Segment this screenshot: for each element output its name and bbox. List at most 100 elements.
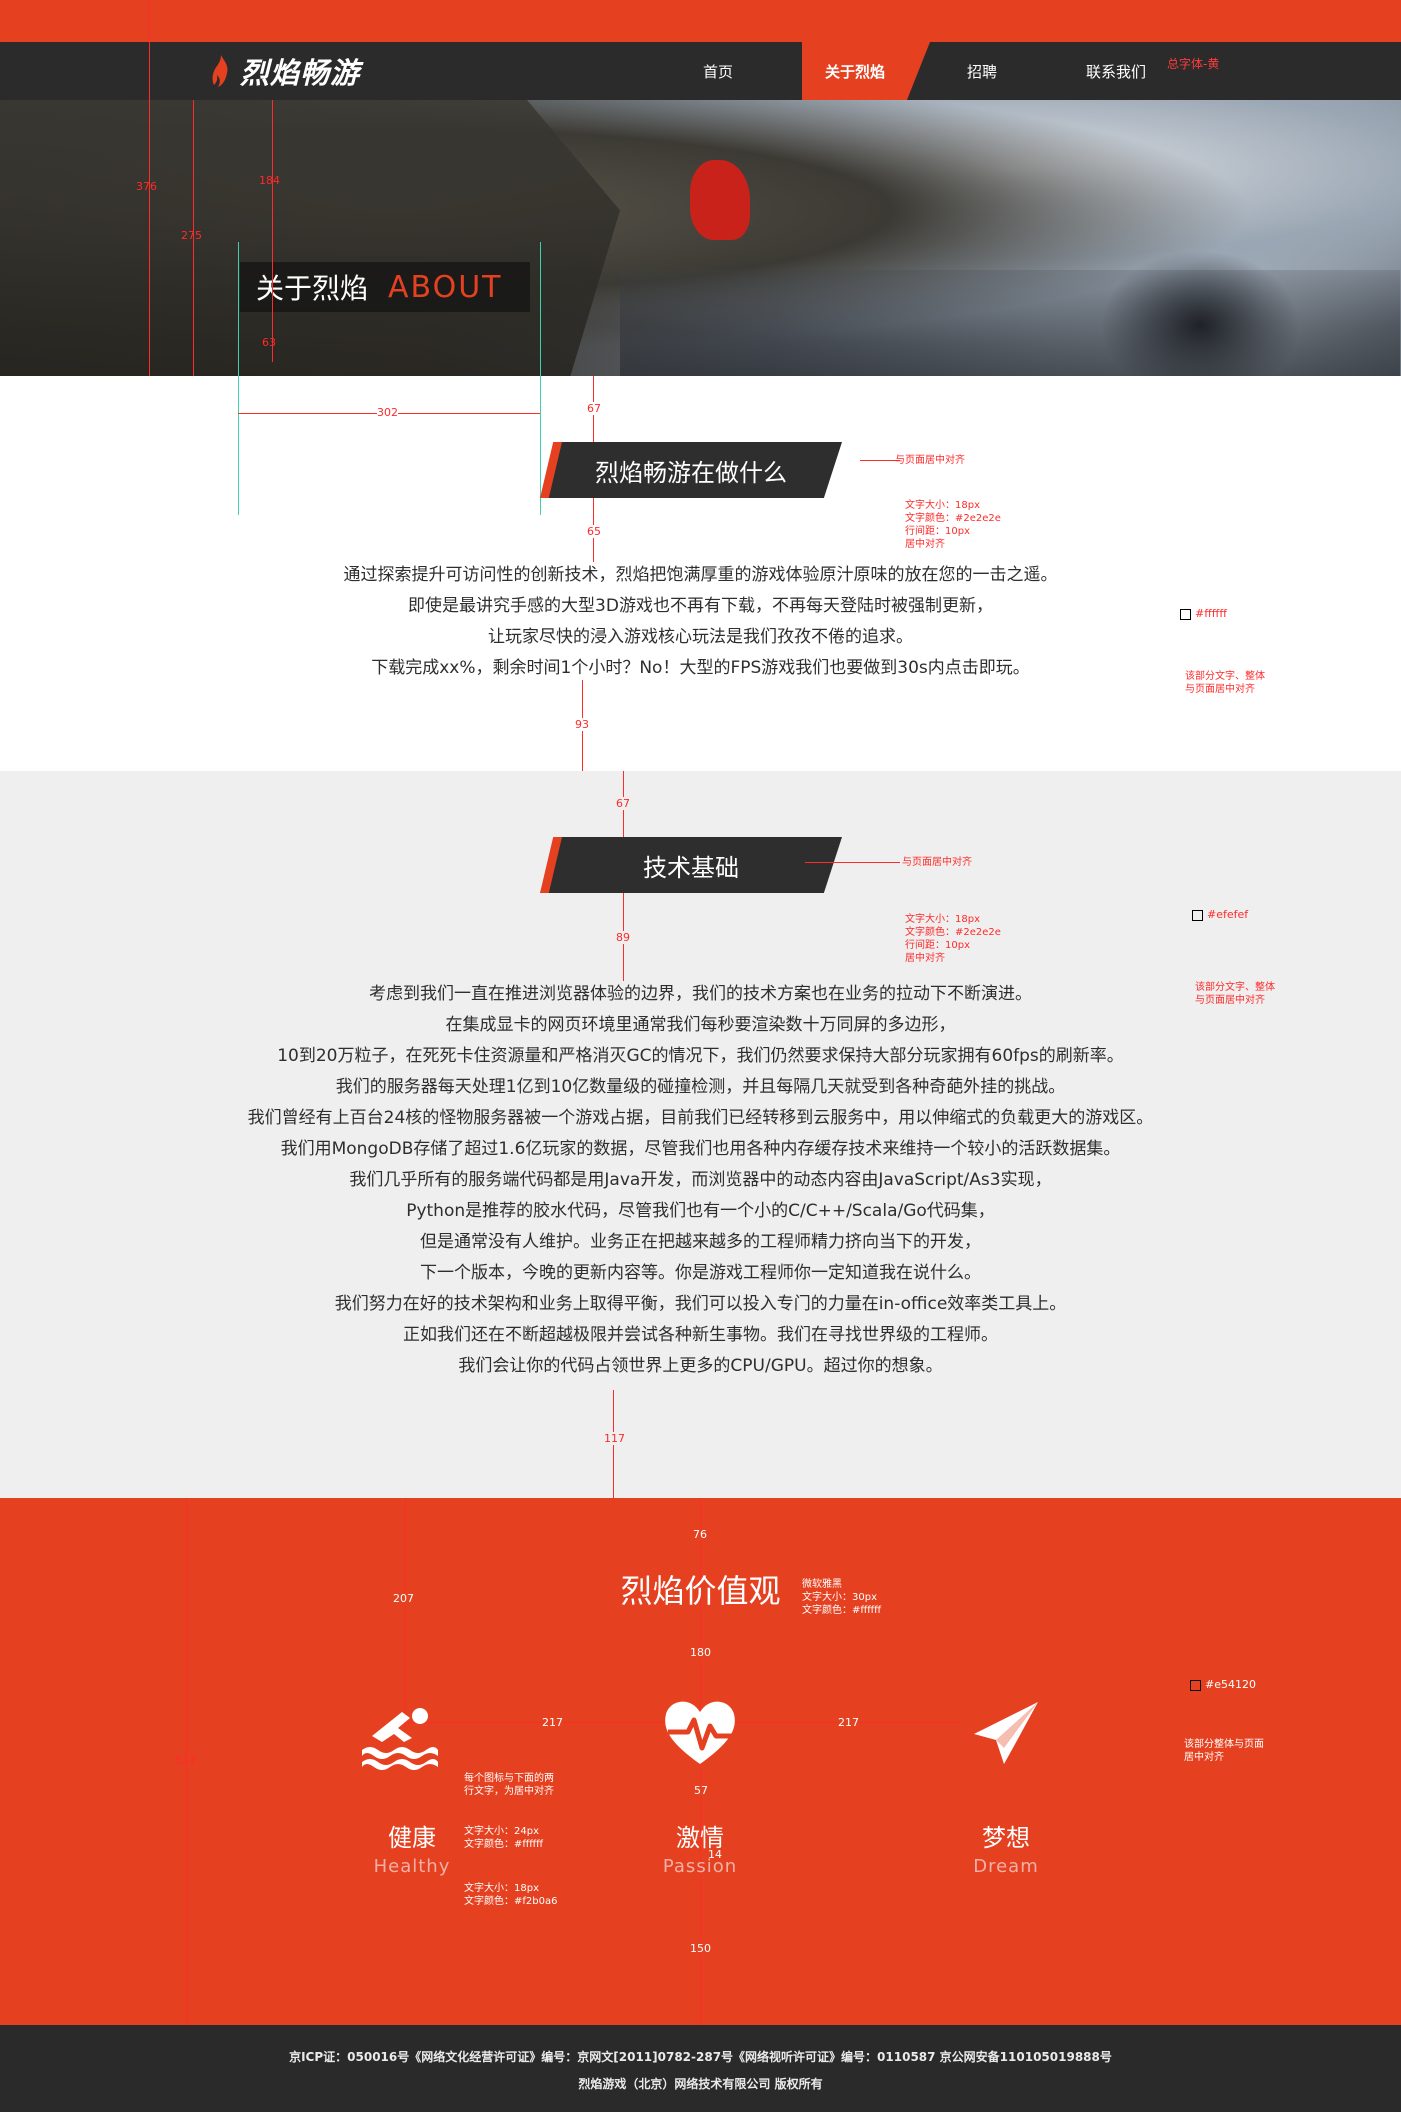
dim-184: 184 bbox=[259, 174, 280, 187]
dim-302: 302 bbox=[377, 406, 398, 419]
section2-text: 考虑到我们一直在推进浏览器体验的边界，我们的技术方案也在业务的拉动下不断演进。 … bbox=[0, 979, 1401, 1382]
value-healthy-en: Healthy bbox=[373, 1856, 451, 1877]
banner-red-flag-shape bbox=[690, 160, 750, 240]
spec-line: 居中对齐 bbox=[905, 539, 945, 550]
swatch-icon bbox=[1190, 1679, 1201, 1691]
footer-copyright: 烈焰游戏（北京）网络技术有限公司 版权所有 bbox=[578, 2077, 823, 2091]
site-logo[interactable]: 烈焰畅游 bbox=[212, 50, 360, 92]
value-dream-cn: 梦想 bbox=[982, 1824, 1030, 1852]
dim-150: 150 bbox=[690, 1942, 711, 1955]
note-line: 该部分整体与页面 bbox=[1184, 1739, 1264, 1750]
section2-line: 正如我们还在不断超越极限并尝试各种新生事物。我们在寻找世界级的工程师。 bbox=[403, 1325, 998, 1345]
note-line: 行文字，为居中对齐 bbox=[464, 1786, 554, 1797]
banner-soldier-shape bbox=[1100, 250, 1300, 376]
value-passion-cn: 激情 bbox=[676, 1824, 724, 1852]
section2-line: 我们的服务器每天处理1亿到10亿数量级的碰撞检测，并且每隔几天就受到各种奇葩外挂… bbox=[335, 1077, 1066, 1097]
guide-line-left bbox=[238, 242, 239, 515]
dim-207: 207 bbox=[393, 1592, 414, 1605]
dim-76: 76 bbox=[693, 1528, 707, 1541]
section2-bg-swatch: #efefef bbox=[1192, 908, 1248, 921]
spec-line: 行间距：10px bbox=[905, 940, 970, 951]
spec-line: 微软雅黑 bbox=[802, 1579, 842, 1590]
dim-180: 180 bbox=[690, 1646, 711, 1659]
dim-s1-bottom: 93 bbox=[575, 718, 589, 731]
flame-icon bbox=[212, 55, 228, 87]
spec-line: 文字大小：18px bbox=[464, 1883, 539, 1894]
section2-line: 考虑到我们一直在推进浏览器体验的边界，我们的技术方案也在业务的拉动下不断演进。 bbox=[369, 984, 1032, 1004]
site-footer bbox=[0, 2025, 1401, 2112]
values-en-spec: 文字大小：18px 文字颜色：#f2b0a6 bbox=[464, 1882, 557, 1908]
section2-line: 我们曾经有上百台24核的怪物服务器被一个游戏占据，目前我们已经转移到云服务中，用… bbox=[247, 1108, 1154, 1128]
nav-item-home[interactable]: 首页 bbox=[668, 42, 768, 100]
footer-license: 京ICP证：050016号《网络文化经营许可证》编号：京网文[2011]0782… bbox=[289, 2050, 1112, 2064]
swatch-icon bbox=[1180, 608, 1191, 620]
about-title-en: ABOUT bbox=[388, 269, 503, 305]
dim-14: 14 bbox=[708, 1848, 722, 1861]
annotation-pointer bbox=[805, 862, 900, 863]
swatch-label: #e54120 bbox=[1205, 1678, 1256, 1691]
section2-title: 技术基础 bbox=[643, 853, 739, 882]
logo-text: 烈焰畅游 bbox=[240, 56, 361, 90]
dim-s2-bottom: 117 bbox=[604, 1432, 625, 1445]
section1-title: 烈焰畅游在做什么 bbox=[595, 458, 787, 487]
section2-title-plate: 技术基础 bbox=[540, 837, 842, 893]
dim-s1-top: 67 bbox=[587, 402, 601, 415]
note-line: 与页面居中对齐 bbox=[1195, 995, 1265, 1006]
dim-s1-mid: 65 bbox=[587, 525, 601, 538]
value-dream-en: Dream bbox=[973, 1856, 1039, 1877]
spec-line: 文字颜色：#2e2e2e bbox=[905, 513, 1001, 524]
values-cn-spec: 文字大小：24px 文字颜色：#ffffff bbox=[464, 1825, 543, 1851]
section2-line: 10到20万粒子，在死死卡住资源量和严格消灭GC的情况下，我们仍然要求保持大部分… bbox=[277, 1046, 1124, 1066]
section1-title-plate: 烈焰畅游在做什么 bbox=[540, 442, 842, 498]
spec-line: 文字颜色：#f2b0a6 bbox=[464, 1896, 558, 1907]
note-line: 该部分文字、整体 bbox=[1195, 982, 1275, 993]
section2-line: 在集成显卡的网页环境里通常我们每秒要渲染数十万同屏的多边形， bbox=[445, 1015, 956, 1035]
section2-line: 但是通常没有人维护。业务正在把越来越多的工程师精力挤向当下的开发， bbox=[420, 1232, 981, 1252]
section2-line: 我们会让你的代码占领世界上更多的CPU/GPU。超过你的想象。 bbox=[458, 1356, 943, 1376]
dim-275: 275 bbox=[181, 229, 202, 242]
about-title-box: 关于烈焰 ABOUT bbox=[240, 262, 530, 312]
heart-pulse-icon bbox=[665, 1701, 735, 1764]
section1-bg-swatch: #ffffff bbox=[1180, 607, 1227, 620]
dim-s2-top: 67 bbox=[616, 797, 630, 810]
swimmer-icon bbox=[362, 1708, 438, 1770]
value-passion-en: Passion bbox=[662, 1856, 738, 1877]
swatch-label: #ffffff bbox=[1195, 607, 1227, 620]
nav-item-contact[interactable]: 联系我们 bbox=[1066, 42, 1166, 100]
annotation-pointer bbox=[860, 460, 900, 461]
dim-line-184 bbox=[272, 100, 273, 362]
swatch-icon bbox=[1192, 909, 1203, 921]
section1-block-note: 该部分文字、整体 与页面居中对齐 bbox=[1185, 670, 1265, 696]
nav-item-jobs[interactable]: 招聘 bbox=[932, 42, 1032, 100]
note-line: 该部分文字、整体 bbox=[1185, 671, 1265, 682]
section2-text-spec: 文字大小：18px 文字颜色：#2e2e2e 行间距：10px 居中对齐 bbox=[905, 913, 1001, 965]
values-bg-swatch: #e54120 bbox=[1190, 1678, 1256, 1691]
nav-annotation: 总字体-黄 bbox=[1167, 57, 1220, 71]
section2-center-note: 与页面居中对齐 bbox=[902, 857, 972, 868]
values-title: 烈焰价值观 bbox=[620, 1572, 781, 1610]
section1-line: 让玩家尽快的浸入游戏核心玩法是我们孜孜不倦的追求。 bbox=[488, 627, 913, 647]
section1-line: 通过探索提升可访问性的创新技术，烈焰把饱满厚重的游戏体验原汁原味的放在您的一击之… bbox=[343, 565, 1058, 585]
spec-line: 文字大小：24px bbox=[464, 1826, 539, 1837]
note-line: 与页面居中对齐 bbox=[1185, 684, 1255, 695]
nav-item-about[interactable]: 关于烈焰 bbox=[800, 42, 910, 100]
spec-line: 文字颜色：#ffffff bbox=[802, 1605, 882, 1616]
swatch-label: #efefef bbox=[1207, 908, 1249, 921]
section2-line: 我们几乎所有的服务端代码都是用Java开发，而浏览器中的动态内容由JavaScr… bbox=[349, 1170, 1052, 1190]
banner-vehicle-shape bbox=[0, 100, 620, 376]
section2-line: Python是推荐的胶水代码，尽管我们也有一个小的C/C++/Scala/Go代… bbox=[406, 1201, 995, 1221]
top-accent-bar bbox=[0, 0, 1401, 42]
hero-banner bbox=[0, 100, 1401, 376]
dim-527: 527 bbox=[175, 1754, 196, 1767]
values-title-spec: 微软雅黑 文字大小：30px 文字颜色：#ffffff bbox=[802, 1578, 881, 1617]
section1-center-note: 与页面居中对齐 bbox=[895, 455, 965, 466]
spec-line: 文字大小：18px bbox=[905, 914, 980, 925]
section2-line: 我们用MongoDB存储了超过1.6亿玩家的数据，尽管我们也用各种内存缓存技术来… bbox=[280, 1139, 1121, 1159]
section1-text-spec: 文字大小：18px 文字颜色：#2e2e2e 行间距：10px 居中对齐 bbox=[905, 499, 1001, 551]
paper-plane-icon bbox=[974, 1702, 1038, 1764]
dim-63: 63 bbox=[262, 336, 276, 349]
spec-line: 文字颜色：#2e2e2e bbox=[905, 927, 1001, 938]
spec-line: 行间距：10px bbox=[905, 526, 970, 537]
dim-57: 57 bbox=[694, 1784, 708, 1797]
spec-line: 居中对齐 bbox=[905, 953, 945, 964]
